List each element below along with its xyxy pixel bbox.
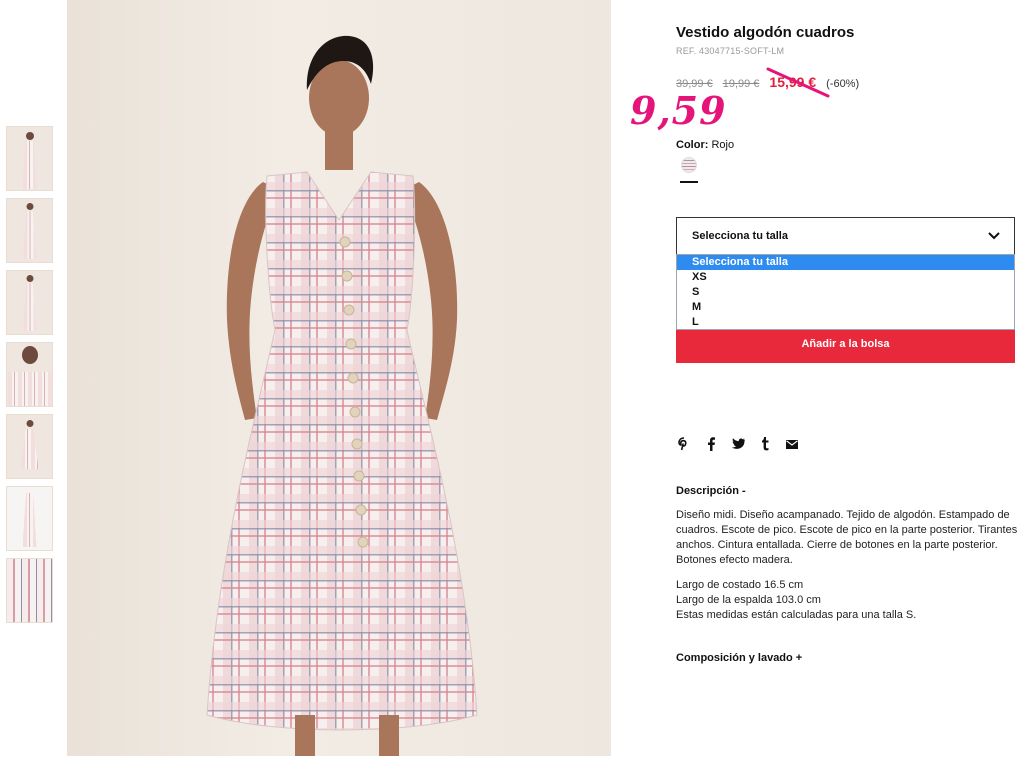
swatch-selected-indicator xyxy=(680,181,698,183)
handwritten-strike-mark xyxy=(766,67,830,98)
measure-side-length: Largo de costado 16.5 cm xyxy=(676,579,804,591)
chevron-down-icon xyxy=(988,232,1000,240)
pinterest-icon[interactable] xyxy=(677,437,691,451)
discount-badge: (-60%) xyxy=(826,78,860,90)
size-option-s[interactable]: S xyxy=(677,285,1014,300)
handwritten-price-annotation: 9,59 xyxy=(630,88,727,133)
thumbnail-closeup[interactable] xyxy=(6,342,53,407)
description-heading[interactable]: Descripción - xyxy=(676,485,746,497)
previous-price: 19,99 € xyxy=(722,78,760,90)
color-label: Color: Rojo xyxy=(676,139,734,151)
facebook-icon[interactable] xyxy=(704,437,718,451)
composition-heading[interactable]: Composición y lavado + xyxy=(676,652,802,664)
color-label-title: Color: xyxy=(676,139,709,151)
measure-back-length: Largo de la espalda 103.0 cm xyxy=(676,594,821,606)
model-illustration xyxy=(206,35,478,756)
size-option-xs[interactable]: XS xyxy=(677,270,1014,285)
thumbnail-flat[interactable] xyxy=(6,486,53,551)
measurements: Largo de costado 16.5 cm Largo de la esp… xyxy=(676,578,1016,623)
size-option-l[interactable]: L xyxy=(677,315,1014,330)
thumbnail-fabric-detail[interactable] xyxy=(6,558,53,623)
product-title: Vestido algodón cuadros xyxy=(676,24,855,41)
description-text: Diseño midi. Diseño acampanado. Tejido d… xyxy=(676,509,1018,566)
measure-note: Estas medidas están calculadas para una … xyxy=(676,609,917,621)
thumbnail-gallery xyxy=(6,126,53,630)
size-select-value: Selecciona tu talla xyxy=(692,230,788,242)
size-dropdown-list: Selecciona tu talla XS S M L xyxy=(676,254,1015,330)
thumbnail-side[interactable] xyxy=(6,198,53,263)
product-reference: REF. 43047715-SOFT-LM xyxy=(676,46,785,56)
social-share xyxy=(677,437,799,451)
main-product-image xyxy=(67,0,611,756)
color-value: Rojo xyxy=(711,139,735,151)
twitter-icon[interactable] xyxy=(731,437,745,451)
thumbnail-front[interactable] xyxy=(6,126,53,191)
thumbnail-seated[interactable] xyxy=(6,414,53,479)
size-select[interactable]: Selecciona tu talla xyxy=(676,217,1015,255)
mail-icon[interactable] xyxy=(785,437,799,451)
size-option-placeholder[interactable]: Selecciona tu talla xyxy=(677,255,1014,270)
product-page: Vestido algodón cuadros REF. 43047715-SO… xyxy=(0,0,1023,761)
color-swatch-rojo[interactable] xyxy=(681,157,697,173)
thumbnail-back[interactable] xyxy=(6,270,53,335)
size-option-m[interactable]: M xyxy=(677,300,1014,315)
tumblr-icon[interactable] xyxy=(758,437,772,451)
